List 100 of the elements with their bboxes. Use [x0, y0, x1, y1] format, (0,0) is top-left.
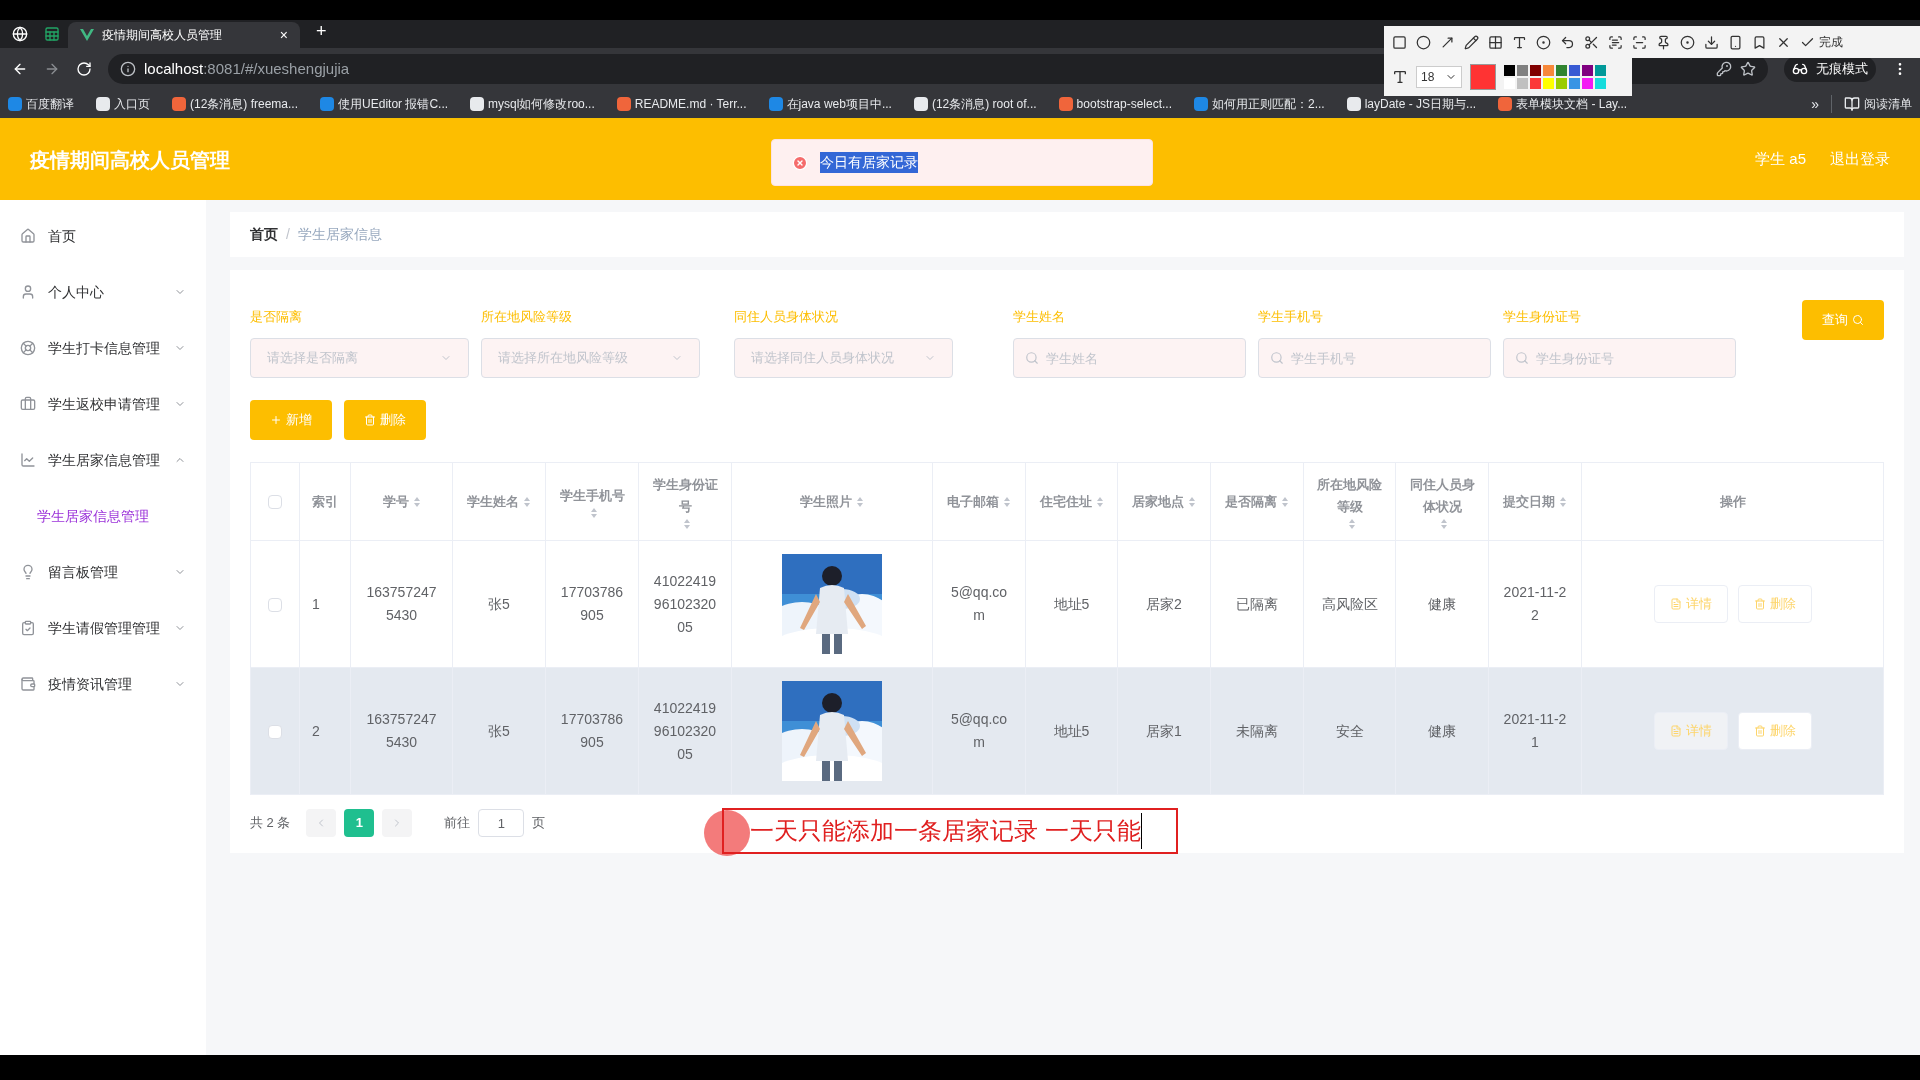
browser-tab[interactable]: 疫情期间高校人员管理 ×	[68, 22, 300, 48]
bookmark-item[interactable]: bootstrap-select...	[1058, 95, 1172, 113]
undo-icon[interactable]	[1560, 34, 1575, 50]
back-icon[interactable]	[12, 61, 28, 77]
checkbox[interactable]	[268, 597, 282, 612]
record-icon[interactable]	[1680, 34, 1695, 50]
current-color-swatch[interactable]	[1470, 64, 1496, 90]
sidebar-item[interactable]: 学生居家信息管理	[0, 432, 206, 488]
sort-icon[interactable]	[412, 495, 421, 508]
bookmark-item[interactable]: 使用UEditor 报错C...	[320, 95, 449, 113]
sort-icon[interactable]	[1281, 495, 1289, 508]
color-swatch[interactable]	[1543, 65, 1554, 76]
font-size-select[interactable]: 18	[1416, 66, 1462, 88]
forward-icon[interactable]	[44, 61, 60, 77]
color-swatch[interactable]	[1582, 65, 1593, 76]
bookmark-favicon-icon	[616, 97, 631, 111]
checkbox[interactable]	[268, 724, 282, 739]
globe-icon[interactable]	[12, 26, 28, 42]
color-swatch[interactable]	[1569, 78, 1580, 89]
table-cell: 1	[312, 595, 320, 612]
sort-icon[interactable]	[1003, 495, 1011, 508]
color-swatch[interactable]	[1504, 65, 1515, 76]
done-button[interactable]: 完成	[1800, 33, 1843, 51]
circle-icon[interactable]	[1416, 34, 1431, 50]
sort-icon[interactable]	[523, 495, 531, 508]
bookmark-favicon-icon	[96, 97, 110, 111]
color-swatch[interactable]	[1517, 65, 1528, 76]
sidebar-item[interactable]: 学生返校申请管理	[0, 376, 206, 432]
column-header: 索引	[312, 492, 338, 511]
filter-label: 学生手机号	[1258, 307, 1324, 326]
checkbox[interactable]	[268, 495, 282, 510]
pin-icon[interactable]	[1656, 34, 1671, 50]
bookmark-item[interactable]: 百度翻译	[8, 95, 74, 113]
bookmark-item[interactable]: 在java web项目中...	[768, 95, 892, 113]
color-swatch[interactable]	[1530, 78, 1541, 89]
sidebar-item[interactable]: 学生打卡信息管理	[0, 320, 206, 376]
color-swatch[interactable]	[1543, 78, 1554, 89]
scissors-icon[interactable]	[1584, 34, 1599, 50]
sort-icon[interactable]	[1095, 495, 1104, 508]
incognito-badge[interactable]: 无痕模式	[1784, 56, 1876, 82]
column-header: 居家地点	[1132, 492, 1184, 511]
color-swatch[interactable]	[1556, 78, 1567, 89]
bookmark-item[interactable]: README.md · Terr...	[616, 95, 747, 113]
text-icon[interactable]	[1512, 34, 1527, 50]
color-swatch[interactable]	[1595, 65, 1606, 76]
sidebar-item[interactable]: 留言板管理	[0, 544, 206, 600]
filter-label: 学生姓名	[1013, 307, 1066, 326]
color-swatch[interactable]	[1569, 65, 1580, 76]
bookmark-item[interactable]: mysql如何修改roo...	[470, 95, 595, 113]
sidebar-item[interactable]: 学生请假管理管理	[0, 600, 206, 656]
prev-page-button[interactable]	[306, 809, 337, 837]
filter-label: 同住人员身体状况	[734, 307, 839, 326]
sort-icon[interactable]	[856, 495, 864, 508]
reload-icon[interactable]	[76, 61, 92, 77]
search-field[interactable]: 学生手机号	[1258, 338, 1491, 378]
table-cell: 5@qq.com	[950, 711, 1008, 750]
table-cell: 安全	[1335, 722, 1364, 739]
bookmark-item[interactable]: layDate - JS日期与...	[1346, 95, 1477, 113]
bookmark-item[interactable]: 入口页	[96, 95, 150, 113]
reading-list-button[interactable]: 阅读清单	[1831, 95, 1912, 113]
sheet-icon[interactable]	[44, 26, 60, 42]
star-icon[interactable]	[1740, 61, 1756, 77]
next-page-button[interactable]	[382, 809, 413, 837]
bookmark-item[interactable]: (12条消息) root of...	[913, 95, 1037, 113]
search-field[interactable]: 学生姓名	[1013, 338, 1246, 378]
color-swatch[interactable]	[1530, 65, 1541, 76]
more-bookmarks-button[interactable]: »	[1811, 93, 1819, 115]
bookmark-item[interactable]: 表单模块文档 - Lay...	[1498, 95, 1628, 113]
arrow-icon[interactable]	[1440, 34, 1455, 50]
bookmark-item[interactable]: (12条消息) freema...	[172, 95, 299, 113]
sort-icon[interactable]	[1559, 495, 1567, 508]
bookmark-icon[interactable]	[1752, 34, 1767, 50]
sidebar-item[interactable]: 个人中心	[0, 264, 206, 320]
breadcrumb-item: 学生居家信息	[297, 225, 382, 244]
color-swatch[interactable]	[1556, 65, 1567, 76]
sidebar-item[interactable]: 疫情资讯管理	[0, 656, 206, 712]
sort-icon[interactable]	[1347, 517, 1356, 530]
color-swatch[interactable]	[1595, 78, 1606, 89]
sidebar-item[interactable]: 首页	[0, 208, 206, 264]
page-input[interactable]: 1	[478, 809, 525, 837]
pencil-icon[interactable]	[1464, 34, 1479, 50]
sort-icon[interactable]	[1440, 517, 1448, 530]
color-swatch[interactable]	[1517, 78, 1528, 89]
sort-icon[interactable]	[1188, 495, 1196, 508]
sidebar-subitem[interactable]: 学生居家信息管理	[0, 488, 206, 544]
scan-icon[interactable]	[1632, 34, 1647, 50]
phone-icon[interactable]	[1728, 34, 1743, 50]
download-icon[interactable]	[1704, 34, 1719, 50]
breadcrumb-item[interactable]: 首页	[250, 224, 278, 245]
color-swatch[interactable]	[1582, 78, 1593, 89]
tab-close-button[interactable]: ×	[279, 24, 288, 46]
bookmark-favicon-icon	[172, 97, 186, 111]
new-tab-button[interactable]: +	[316, 18, 327, 45]
rectangle-icon[interactable]	[1392, 34, 1407, 50]
sort-icon[interactable]	[683, 517, 691, 530]
sort-icon[interactable]	[590, 506, 598, 519]
search-field[interactable]: 学生身份证号	[1503, 338, 1736, 378]
key-icon[interactable]	[1716, 61, 1732, 77]
mosaic-icon[interactable]	[1488, 34, 1503, 50]
bookmark-item[interactable]: 如何用正则匹配：2...	[1194, 95, 1325, 113]
